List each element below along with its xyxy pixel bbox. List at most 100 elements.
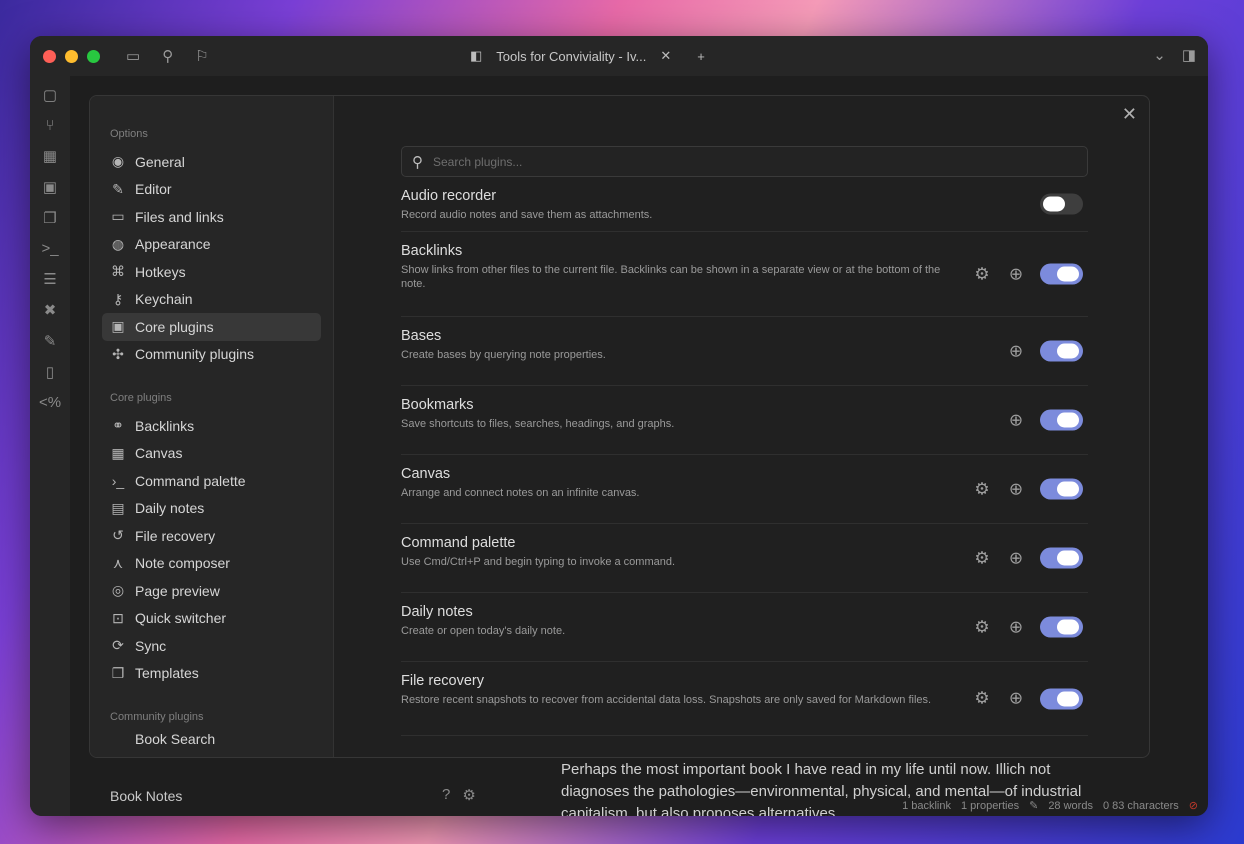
tab-close-icon[interactable]: ✕: [660, 48, 671, 64]
minimize-window-button[interactable]: [65, 49, 78, 63]
help-icon[interactable]: ?: [442, 786, 450, 804]
plugin-toggle-bases[interactable]: [1040, 340, 1083, 362]
plugin-toggle-backlinks[interactable]: [1040, 263, 1083, 285]
sidebar-item-keychain[interactable]: ⚷ Keychain: [102, 286, 321, 314]
plugin-name: Bases: [401, 328, 442, 344]
add-hotkey-icon[interactable]: ⊕: [1006, 410, 1026, 430]
sidebar-toggle-icon[interactable]: ◧: [470, 48, 482, 64]
status-backlinks[interactable]: 1 backlink: [902, 800, 951, 812]
sync-status-icon[interactable]: ⊘: [1189, 799, 1198, 812]
vault-name[interactable]: Book Notes: [110, 788, 182, 804]
graph-icon[interactable]: ⑂: [45, 117, 54, 134]
plugin-description: Create bases by querying note properties…: [401, 349, 606, 361]
search-icon: ⚲: [412, 153, 423, 171]
sidebar-item-label: Core plugins: [135, 318, 214, 335]
plugin-description: Show links from other files to the curre…: [401, 264, 941, 290]
search-input[interactable]: [433, 154, 1033, 169]
terminal-icon[interactable]: >_: [41, 240, 58, 257]
file-icon[interactable]: ▢: [43, 86, 57, 104]
sidebar-item-daily-notes[interactable]: ▤ Daily notes: [102, 495, 321, 523]
pencil-icon[interactable]: ✎: [1029, 799, 1038, 812]
plugin-toggle-audio-recorder[interactable]: [1040, 193, 1083, 215]
bookmark-icon[interactable]: ⚐: [195, 47, 208, 65]
calendar-icon[interactable]: ▣: [43, 178, 57, 196]
plugin-row-daily-notes: Daily notes Create or open today's daily …: [401, 593, 1088, 662]
plugin-toggle-canvas[interactable]: [1040, 478, 1083, 500]
sidebar-item-general[interactable]: ◉ General: [102, 148, 321, 176]
sidebar-item-community-plugins[interactable]: ✣ Community plugins: [102, 341, 321, 369]
sidebar-item-page-preview[interactable]: ◎ Page preview: [102, 577, 321, 605]
gear-icon[interactable]: ⚙: [972, 479, 992, 499]
copy-icon[interactable]: ❐: [43, 209, 56, 227]
search-icon[interactable]: ⚲: [162, 47, 173, 65]
add-hotkey-icon[interactable]: ⊕: [1006, 617, 1026, 637]
plugin-row-backlinks: Backlinks Show links from other files to …: [401, 232, 1088, 317]
tools-icon[interactable]: ✖: [44, 301, 57, 319]
folder-link-icon: ▭: [111, 208, 125, 225]
sidebar-item-label: Editor: [135, 181, 172, 198]
gear-icon[interactable]: ⚙: [972, 264, 992, 284]
template-icon[interactable]: <%: [39, 394, 61, 411]
sidebar-item-file-recovery[interactable]: ↺ File recovery: [102, 522, 321, 550]
add-hotkey-icon[interactable]: ⊕: [1006, 689, 1026, 709]
maximize-window-button[interactable]: [87, 49, 100, 63]
chevron-down-icon[interactable]: ⌄: [1153, 46, 1166, 64]
add-hotkey-icon[interactable]: ⊕: [1006, 341, 1026, 361]
tab-title[interactable]: Tools for Conviviality - Iv...: [496, 49, 646, 64]
sidebar-item-sync[interactable]: ⟳ Sync: [102, 632, 321, 660]
close-icon[interactable]: ✕: [1122, 104, 1137, 125]
right-sidebar-toggle-icon[interactable]: ◨: [1182, 46, 1196, 64]
toggle-knob: [1057, 412, 1079, 428]
add-hotkey-icon[interactable]: ⊕: [1006, 264, 1026, 284]
plugin-toggle-daily-notes[interactable]: [1040, 616, 1083, 638]
feather-icon[interactable]: ✎: [44, 332, 57, 350]
sidebar-item-core-plugins[interactable]: ▣ Core plugins: [102, 313, 321, 341]
gear-icon[interactable]: ⚙: [972, 617, 992, 637]
left-ribbon: ▢ ⑂ ▦ ▣ ❐ >_ ☰ ✖ ✎ ▯ <%: [30, 76, 70, 816]
sidebar-item-canvas[interactable]: ▦ Canvas: [102, 440, 321, 468]
plugin-name: Bookmarks: [401, 397, 474, 413]
plugin-search: ⚲: [401, 146, 1088, 177]
add-hotkey-icon[interactable]: ⊕: [1006, 479, 1026, 499]
sidebar-item-command-palette[interactable]: ›_ Command palette: [102, 467, 321, 495]
sidebar-item-hotkeys[interactable]: ⌘ Hotkeys: [102, 258, 321, 286]
gear-icon[interactable]: ⚙: [972, 548, 992, 568]
key-icon: ⚷: [112, 290, 124, 307]
status-characters: 0 83 characters: [1102, 799, 1179, 812]
plugin-toggle-file-recovery[interactable]: [1040, 688, 1083, 709]
sidebar-item-quick-switcher[interactable]: ⊡ Quick switcher: [102, 605, 321, 633]
sidebar-item-label: Keychain: [135, 291, 193, 308]
sidebar-item-backlinks[interactable]: ⚭ Backlinks: [102, 412, 321, 440]
section-core-plugins: Core plugins: [110, 392, 172, 404]
sidebar-item-appearance[interactable]: ◍ Appearance: [102, 231, 321, 259]
gear-icon[interactable]: ⚙: [462, 786, 475, 804]
canvas-icon[interactable]: ▦: [43, 147, 57, 165]
sidebar-item-community-peek[interactable]: Book Search: [102, 731, 321, 745]
sidebar-item-note-composer[interactable]: ⋏ Note composer: [102, 550, 321, 578]
status-properties[interactable]: 1 properties: [961, 800, 1019, 812]
plugin-toggle-bookmarks[interactable]: [1040, 409, 1083, 431]
toggle-knob: [1057, 691, 1079, 706]
sidebar-item-label: Files and links: [135, 208, 224, 225]
sidebar-item-files-and-links[interactable]: ▭ Files and links: [102, 203, 321, 231]
sidebar-item-label: Daily notes: [135, 500, 205, 517]
plugin-toggle-command-palette[interactable]: [1040, 547, 1083, 569]
book-icon[interactable]: ▯: [46, 363, 54, 381]
sidebar-item-label: Hotkeys: [135, 263, 186, 280]
preview-icon: ◎: [111, 582, 125, 599]
sidebar-item-editor[interactable]: ✎ Editor: [102, 176, 321, 204]
new-tab-icon[interactable]: +: [697, 49, 705, 64]
window-controls: [43, 49, 100, 63]
gear-icon[interactable]: ⚙: [972, 689, 992, 709]
toggle-knob: [1057, 266, 1079, 282]
plugin-list: Audio recorder Record audio notes and sav…: [401, 177, 1088, 736]
box-icon: ▣: [111, 318, 125, 335]
sidebar-item-templates[interactable]: ❐ Templates: [102, 660, 321, 688]
sidebar-item-label: Backlinks: [135, 417, 195, 434]
switch-icon: ⊡: [112, 609, 124, 626]
status-bar: 1 backlink 1 properties ✎ 28 words 0 83 …: [902, 799, 1198, 813]
folder-icon[interactable]: ▭: [126, 47, 140, 65]
add-hotkey-icon[interactable]: ⊕: [1006, 548, 1026, 568]
list-icon[interactable]: ☰: [43, 270, 56, 288]
close-window-button[interactable]: [43, 49, 56, 63]
